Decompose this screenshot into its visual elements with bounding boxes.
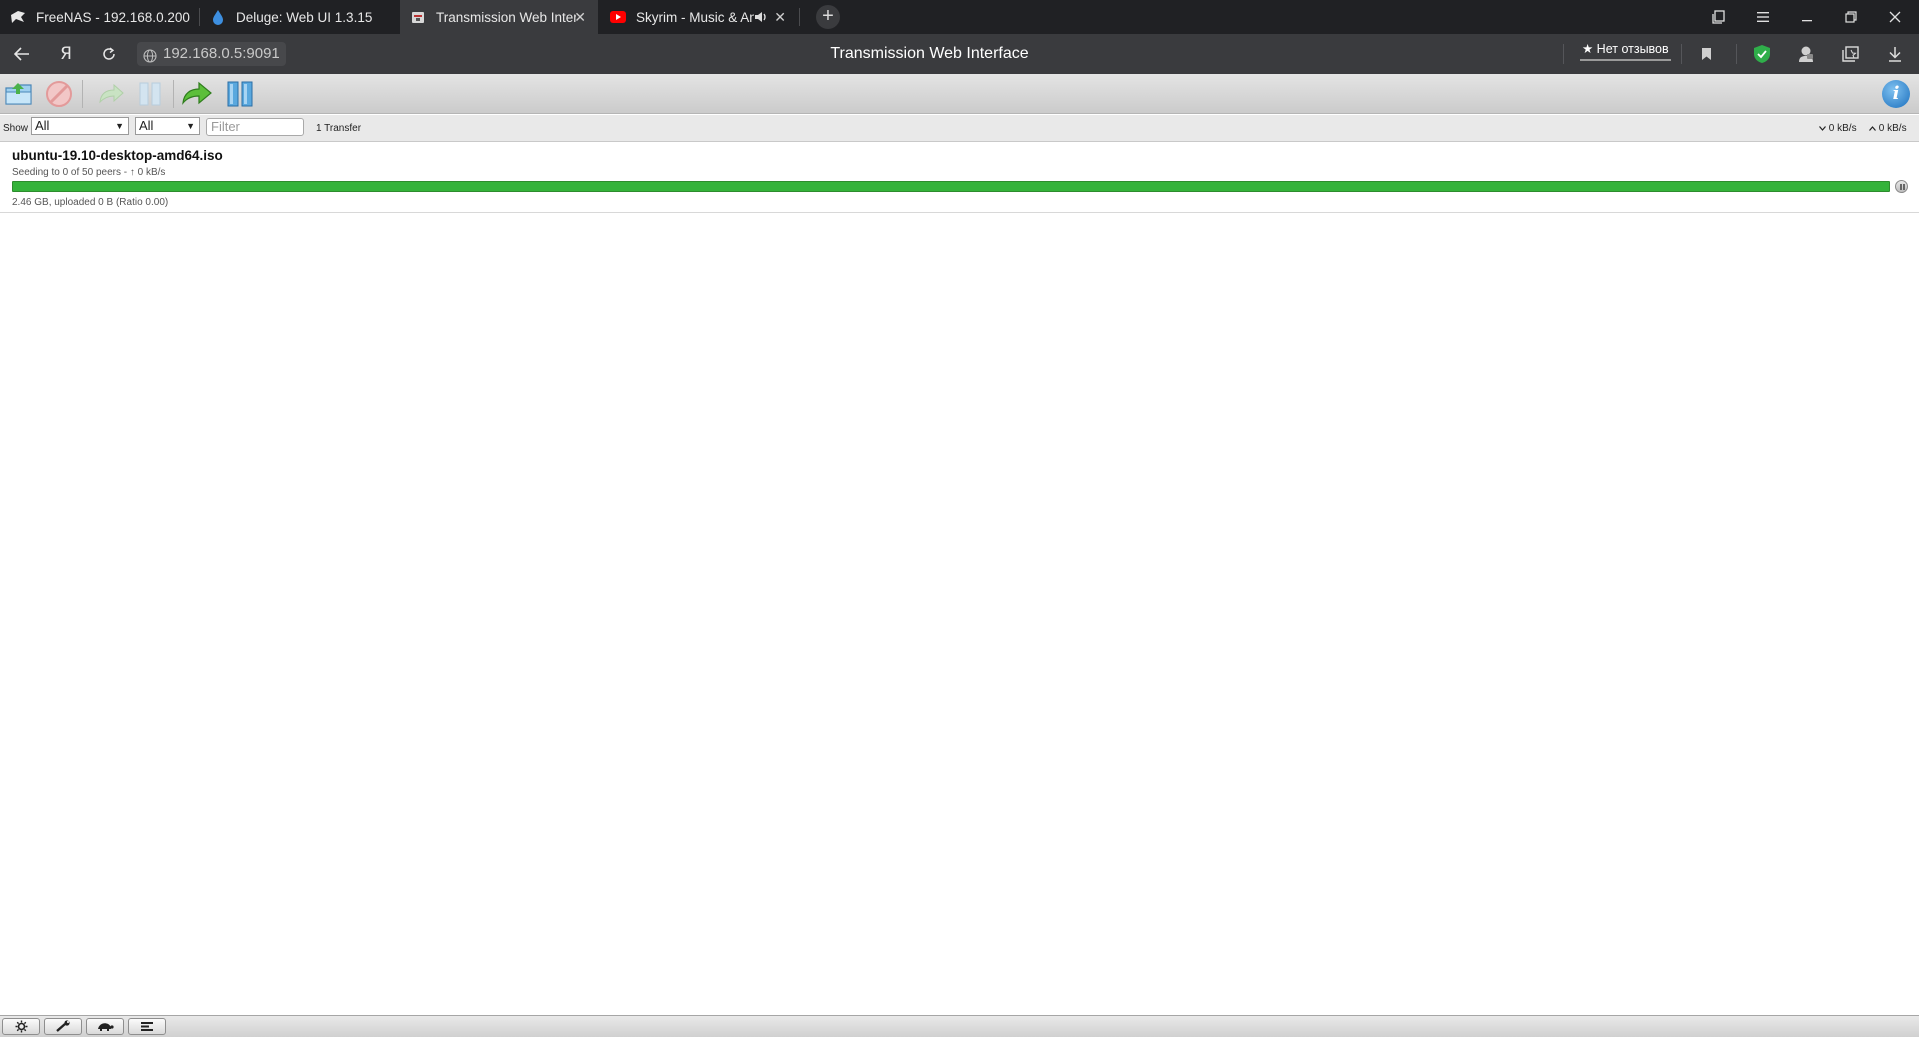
- collections-icon[interactable]: [1840, 43, 1862, 65]
- tab-freenas[interactable]: FreeNAS - 192.168.0.200: [0, 0, 198, 34]
- tab-title: FreeNAS - 192.168.0.200: [36, 9, 190, 25]
- toolbar-divider: [173, 80, 174, 108]
- compact-view-button[interactable]: [128, 1018, 166, 1035]
- state-filter-select[interactable]: All ▼: [31, 117, 129, 135]
- tab-deluge[interactable]: Deluge: Web UI 1.3.15: [200, 0, 398, 34]
- reviews-button[interactable]: ★ Нет отзывов: [1580, 41, 1671, 61]
- wrench-icon: [56, 1020, 70, 1032]
- extension-icon[interactable]: [1795, 43, 1817, 65]
- tracker-filter-select[interactable]: All ▼: [135, 117, 200, 135]
- tab-youtube[interactable]: Skyrim - Music & An ✕: [600, 0, 798, 34]
- torrent-details: 2.46 GB, uploaded 0 B (Ratio 0.00): [12, 197, 169, 208]
- new-tab-button[interactable]: +: [816, 5, 840, 29]
- close-icon[interactable]: ✕: [574, 9, 586, 26]
- turtle-mode-button[interactable]: [86, 1018, 124, 1035]
- address-divider: [1736, 44, 1737, 64]
- torrent-peers: Seeding to 0 of 50 peers - ↑ 0 kB/s: [12, 167, 166, 178]
- close-icon[interactable]: ✕: [774, 9, 786, 26]
- download-icon[interactable]: [1884, 43, 1906, 65]
- torrent-progress-bar: [12, 181, 1890, 192]
- list-icon: [141, 1022, 153, 1031]
- restore-icon[interactable]: [1829, 0, 1873, 34]
- tab-divider: [799, 8, 800, 26]
- pause-all-button[interactable]: [223, 77, 257, 111]
- torrent-row[interactable]: ubuntu-19.10-desktop-amd64.iso Seeding t…: [0, 143, 1919, 213]
- filter-bar: Show All ▼ All ▼ Filter 1 Transfer 0 kB/…: [0, 115, 1919, 142]
- gear-icon: [15, 1020, 27, 1033]
- transfer-count: 1 Transfer: [316, 123, 362, 134]
- transmission-toolbar: i: [0, 74, 1919, 114]
- speaker-icon[interactable]: [754, 10, 768, 27]
- shield-icon[interactable]: [1751, 43, 1773, 65]
- progress-fill: [13, 182, 1889, 191]
- settings-gear-button[interactable]: [2, 1018, 40, 1035]
- bookmark-icon[interactable]: [1695, 43, 1717, 65]
- tab-transmission[interactable]: Transmission Web Interf ✕: [400, 0, 598, 34]
- download-speed-value: 0 kB/s: [1828, 123, 1857, 134]
- minimize-icon[interactable]: [1785, 0, 1829, 34]
- upload-arrow-icon: [1869, 126, 1876, 131]
- upload-speed: 0 kB/s: [1869, 123, 1907, 134]
- remove-torrent-button[interactable]: [42, 77, 76, 111]
- filter-input[interactable]: Filter: [206, 118, 304, 136]
- torrent-name: ubuntu-19.10-desktop-amd64.iso: [12, 148, 223, 163]
- chevron-down-icon: ▼: [186, 121, 195, 131]
- turtle-icon: [98, 1022, 114, 1031]
- show-label: Show: [3, 123, 29, 134]
- toolbar-divider: [82, 80, 83, 108]
- resume-selected-button[interactable]: [94, 77, 128, 111]
- open-torrent-button[interactable]: [2, 77, 36, 111]
- chevron-down-icon: ▼: [115, 121, 124, 131]
- tab-title: Skyrim - Music & An: [636, 9, 754, 25]
- menu-icon[interactable]: [1741, 0, 1785, 34]
- tracker-filter-value: All: [139, 118, 154, 133]
- freenas-icon: [10, 9, 26, 25]
- tab-title: Deluge: Web UI 1.3.15: [236, 9, 373, 25]
- address-bar: Я 192.168.0.5:9091 Transmission Web Inte…: [0, 34, 1919, 74]
- resume-all-button[interactable]: [180, 77, 214, 111]
- bottom-bar: [0, 1015, 1919, 1037]
- transmission-icon: [410, 9, 426, 25]
- youtube-icon: [610, 9, 626, 25]
- download-arrow-icon: [1819, 126, 1826, 131]
- preferences-button[interactable]: [44, 1018, 82, 1035]
- inspector-info-button[interactable]: i: [1882, 80, 1910, 108]
- download-speed: 0 kB/s: [1819, 123, 1857, 134]
- address-divider: [1563, 44, 1564, 64]
- browser-tab-bar: FreeNAS - 192.168.0.200 Deluge: Web UI 1…: [0, 0, 1919, 34]
- tab-title: Transmission Web Interf: [436, 9, 576, 25]
- tab-manager-icon[interactable]: [1697, 0, 1741, 34]
- window-close-icon[interactable]: [1873, 0, 1917, 34]
- torrent-pause-button[interactable]: [1895, 180, 1908, 193]
- upload-speed-value: 0 kB/s: [1878, 123, 1907, 134]
- deluge-icon: [210, 9, 226, 25]
- address-divider: [1681, 44, 1682, 64]
- state-filter-value: All: [35, 118, 50, 133]
- pause-selected-button[interactable]: [133, 77, 167, 111]
